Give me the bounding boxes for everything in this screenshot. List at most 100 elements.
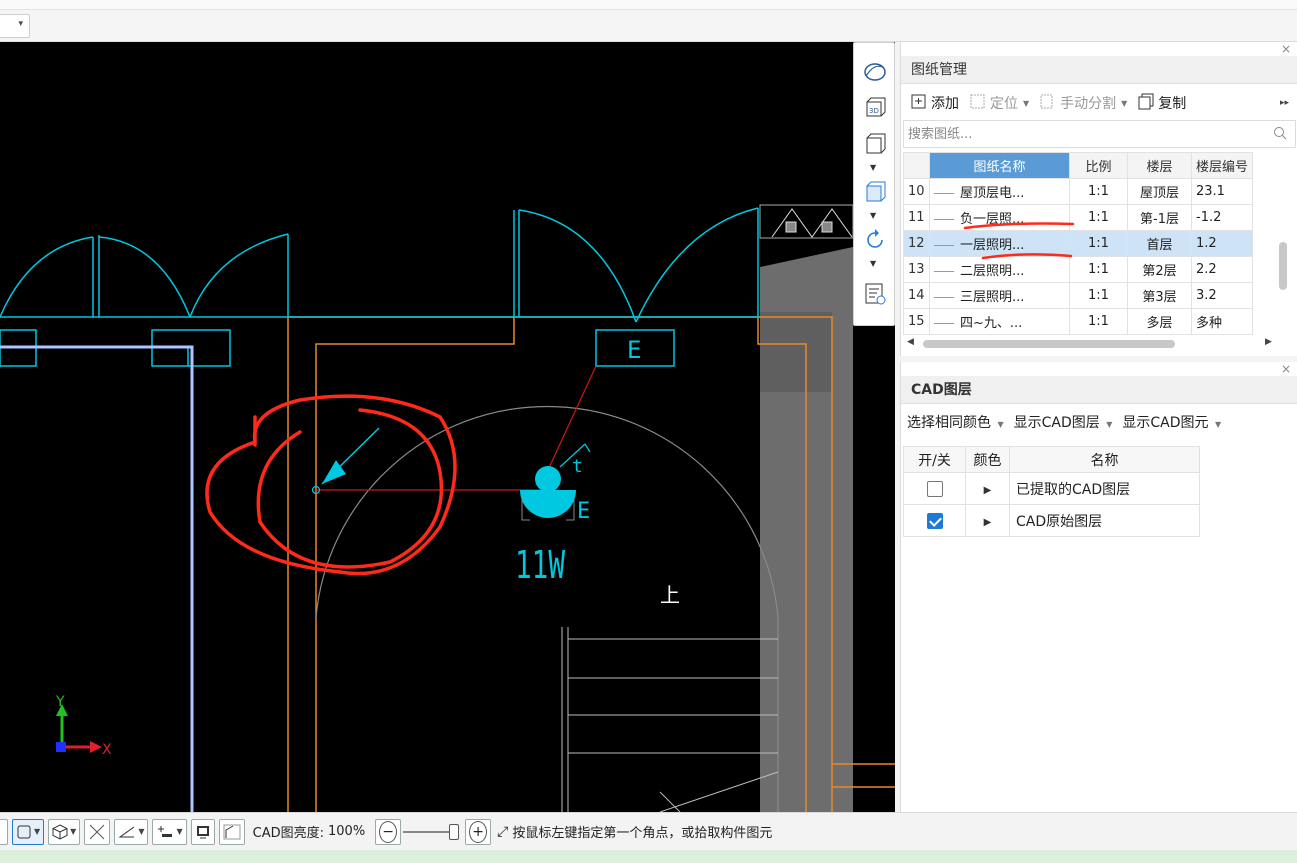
copy-button[interactable]: 复制	[1134, 92, 1189, 114]
drawing-toolbar: 添加 定位 ▼ 手动分割 ▼ 复制 ▸▸	[901, 88, 1297, 118]
col-header-floor-code[interactable]: 楼层编号	[1190, 152, 1254, 179]
wire-diagonal	[547, 365, 597, 471]
search-icon[interactable]	[1273, 126, 1287, 144]
dimension-button[interactable]: ▼	[152, 818, 187, 845]
orbit-icon[interactable]	[862, 59, 888, 85]
show-cad-layer-menu[interactable]: 显示CAD图层 ▼	[1014, 412, 1113, 432]
layer-toggle-checkbox[interactable]	[926, 512, 943, 529]
select-box-button[interactable]: ▼	[12, 818, 45, 845]
layer-view-icon[interactable]	[862, 281, 888, 307]
rotate-icon[interactable]	[862, 227, 888, 253]
bottom-toolbar: ▼ ▼ ▼ ▼ CAD图亮度: 100% − + ⤢ 按鼠标左键指定第一个角点，…	[0, 812, 1297, 850]
scroll-right-icon[interactable]: ▶	[1265, 337, 1272, 347]
polyline-icon	[223, 824, 241, 839]
col-header-toggle: 开/关	[903, 446, 966, 473]
view-toolbar: 3D ▼ ▼ ▼	[853, 42, 895, 326]
expand-icon[interactable]: ▶	[984, 485, 992, 496]
row-scale: 1:1	[1069, 308, 1128, 335]
chevron-down-icon[interactable]: ▼	[34, 827, 40, 836]
row-code: 1.2	[1190, 230, 1254, 257]
copy-label: 复制	[1158, 96, 1187, 112]
layer-toolbar: 选择相同颜色 ▼ 显示CAD图层 ▼ 显示CAD图元 ▼	[907, 412, 1221, 432]
close-icon[interactable]: ×	[1281, 362, 1291, 376]
col-header-name: 名称	[1009, 446, 1200, 473]
tab-strip	[0, 0, 1297, 10]
tree-line	[934, 193, 954, 194]
brightness-decrease-button[interactable]: −	[375, 818, 402, 845]
scroll-thumb[interactable]	[923, 340, 1175, 348]
snap-button[interactable]	[0, 818, 8, 845]
layer-name: CAD原始图层	[1009, 504, 1200, 537]
drawing-search[interactable]	[903, 120, 1296, 148]
svg-text:3D: 3D	[869, 107, 879, 115]
row-num: 14	[903, 282, 930, 309]
layer-row[interactable]: ▶ 已提取的CAD图层	[903, 472, 1200, 505]
polyline-button[interactable]	[218, 818, 245, 845]
expand-icon[interactable]: ▶	[984, 517, 992, 528]
cross-button[interactable]	[84, 818, 111, 845]
brightness-slider[interactable]	[403, 823, 460, 841]
chevron-down-icon[interactable]: ▼	[176, 827, 182, 836]
slider-thumb[interactable]	[449, 823, 460, 840]
layer-table: 开/关 颜色 名称 ▶ 已提取的CAD图层 ▶ CAD原始图层	[903, 446, 1200, 537]
chevron-down-icon[interactable]: ▼	[1121, 99, 1127, 108]
cube-icon[interactable]	[862, 131, 888, 157]
chevron-down-icon[interactable]: ▼	[870, 163, 876, 172]
angle-button[interactable]: ▼	[114, 818, 149, 845]
status-prompt: 按鼠标左键指定第一个角点，或拾取构件图元	[512, 826, 773, 841]
row-code: -1.2	[1190, 204, 1254, 231]
row-floor: 第3层	[1127, 282, 1192, 309]
row-floor: 屋顶层	[1127, 178, 1192, 205]
row-name-cell[interactable]: 屋顶层电...	[929, 178, 1070, 205]
chevron-down-icon[interactable]: ▼	[870, 259, 876, 268]
locate-icon	[969, 92, 987, 114]
table-row[interactable]: 10 屋顶层电... 1:1 屋顶层 23.1	[903, 178, 1254, 205]
view-cube-button[interactable]: ▼	[48, 818, 81, 845]
add-label: 添加	[931, 96, 959, 112]
close-icon[interactable]: ×	[1281, 42, 1291, 56]
table-row[interactable]: 15 四~九、... 1:1 多层 多种	[903, 308, 1254, 335]
col-header-name[interactable]: 图纸名称	[929, 152, 1070, 179]
col-header-floor[interactable]: 楼层	[1127, 152, 1192, 179]
horizontal-scrollbar[interactable]: ◀ ▶	[903, 337, 1273, 350]
vertical-scrollbar[interactable]	[1279, 242, 1287, 290]
row-name-cell[interactable]: 四~九、...	[929, 308, 1070, 335]
rectangle-icon	[17, 825, 31, 838]
ucs-axis	[56, 704, 102, 753]
chevron-down-icon[interactable]: ▼	[70, 827, 76, 836]
layer-row[interactable]: ▶ CAD原始图层	[903, 504, 1200, 537]
manual-split-button[interactable]: 手动分割 ▼	[1036, 92, 1130, 114]
row-floor: 首层	[1127, 230, 1192, 257]
chevron-down-icon[interactable]: ▼	[138, 827, 144, 836]
tree-line	[934, 219, 954, 220]
axis-x-label: X	[102, 742, 112, 758]
cube-filled-icon[interactable]	[862, 179, 888, 205]
split-icon	[1039, 92, 1057, 114]
cad-layer-panel: × CAD图层 选择相同颜色 ▼ 显示CAD图层 ▼ 显示CAD图元 ▼ 开/关…	[900, 362, 1297, 812]
scroll-left-icon[interactable]: ◀	[907, 337, 914, 347]
manual-split-label: 手动分割	[1060, 96, 1117, 112]
show-cad-element-menu[interactable]: 显示CAD图元 ▼	[1122, 412, 1221, 432]
row-name-cell[interactable]: 三层照明...	[929, 282, 1070, 309]
select-same-color-menu[interactable]: 选择相同颜色 ▼	[907, 412, 1004, 432]
copy-icon	[1137, 92, 1155, 114]
status-strip	[0, 850, 1297, 863]
search-input[interactable]	[904, 121, 1264, 147]
view-dropdown[interactable]: ▾	[0, 14, 30, 38]
layer-toggle-checkbox[interactable]	[926, 480, 943, 497]
row-code: 多种	[1190, 308, 1254, 335]
view-3d-icon[interactable]: 3D	[862, 95, 888, 121]
chevron-down-icon[interactable]: ▼	[1023, 99, 1029, 108]
brightness-value: 100%	[328, 824, 366, 839]
cad-canvas[interactable]: E 上 t E 11W Y X	[0, 42, 895, 812]
locate-button[interactable]: 定位 ▼	[966, 92, 1032, 114]
chevron-down-icon[interactable]: ▼	[870, 211, 876, 220]
col-header-scale[interactable]: 比例	[1069, 152, 1128, 179]
add-button[interactable]: 添加	[907, 92, 962, 114]
tree-line	[934, 271, 954, 272]
more-icon[interactable]: ▸▸	[1280, 98, 1289, 108]
brightness-increase-button[interactable]: +	[465, 818, 492, 845]
screen-button[interactable]	[190, 818, 215, 845]
table-row[interactable]: 14 三层照明... 1:1 第3层 3.2	[903, 282, 1254, 309]
stair-triangles	[759, 204, 854, 239]
